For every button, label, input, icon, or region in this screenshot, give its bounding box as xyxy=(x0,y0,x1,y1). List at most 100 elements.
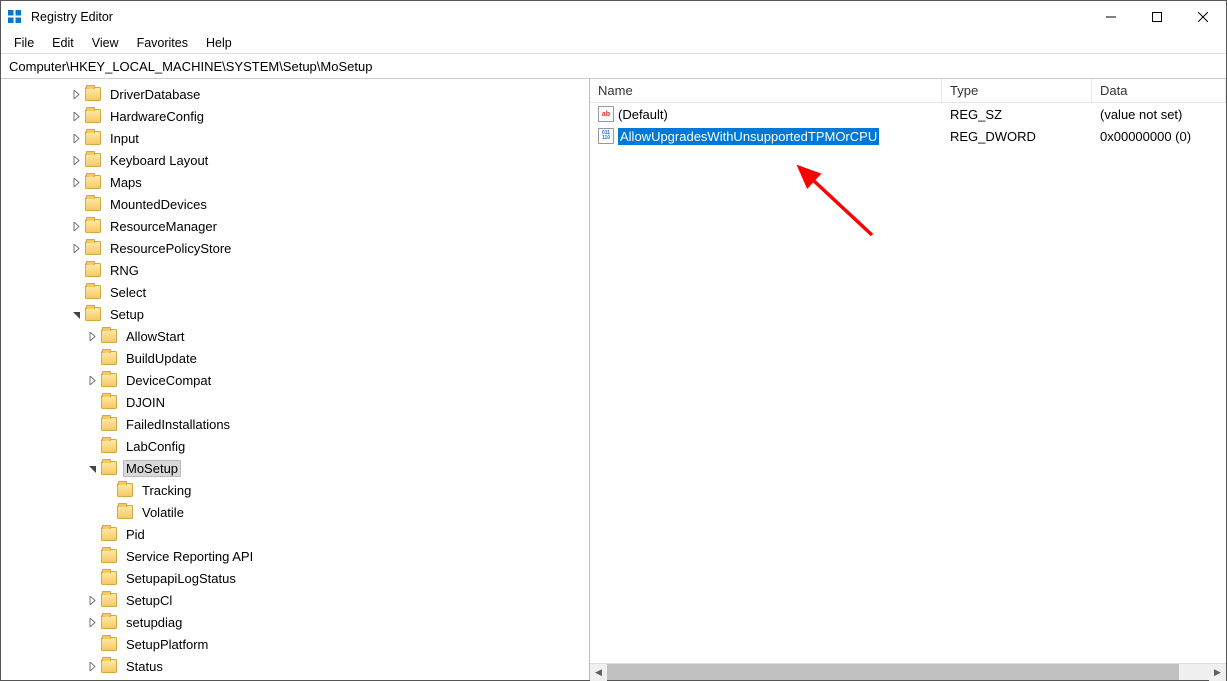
address-path: Computer\HKEY_LOCAL_MACHINE\SYSTEM\Setup… xyxy=(9,59,372,74)
value-row[interactable]: ab(Default)REG_SZ(value not set) xyxy=(590,103,1226,125)
tree-item-label: Setup xyxy=(107,306,147,323)
chevron-right-icon[interactable] xyxy=(69,219,83,233)
folder-icon xyxy=(101,637,117,651)
tree-item[interactable]: MountedDevices xyxy=(5,193,589,215)
scroll-right-button[interactable]: ▶ xyxy=(1209,664,1226,681)
menu-view[interactable]: View xyxy=(83,34,128,52)
tree-item[interactable]: SetupCl xyxy=(5,589,589,611)
tree-item[interactable]: ResourceManager xyxy=(5,215,589,237)
folder-icon xyxy=(117,505,133,519)
horizontal-scrollbar[interactable]: ◀ ▶ xyxy=(590,663,1226,680)
folder-icon xyxy=(85,241,101,255)
menu-file[interactable]: File xyxy=(5,34,43,52)
chevron-right-icon[interactable] xyxy=(69,175,83,189)
tree-item[interactable]: setupdiag xyxy=(5,611,589,633)
folder-icon xyxy=(101,527,117,541)
tree-item-label: BuildUpdate xyxy=(123,350,200,367)
tree-item[interactable]: Status xyxy=(5,655,589,677)
window-controls xyxy=(1088,1,1226,33)
scroll-track[interactable] xyxy=(607,664,1209,680)
chevron-down-icon[interactable] xyxy=(69,307,83,321)
folder-icon xyxy=(101,593,117,607)
address-bar[interactable]: Computer\HKEY_LOCAL_MACHINE\SYSTEM\Setup… xyxy=(1,54,1226,79)
app-icon xyxy=(7,9,23,25)
tree-item[interactable]: Pid xyxy=(5,523,589,545)
registry-tree: DriverDatabase HardwareConfig Input Keyboar… xyxy=(1,79,589,680)
menu-help[interactable]: Help xyxy=(197,34,241,52)
folder-icon xyxy=(101,351,117,365)
title-bar: Registry Editor xyxy=(1,1,1226,33)
tree-item-label: AllowStart xyxy=(123,328,188,345)
chevron-right-icon[interactable] xyxy=(69,109,83,123)
folder-icon xyxy=(85,197,101,211)
chevron-down-icon[interactable] xyxy=(85,461,99,475)
tree-item[interactable]: RNG xyxy=(5,259,589,281)
tree-item[interactable]: MoSetup xyxy=(5,457,589,479)
tree-item-label: MoSetup xyxy=(123,460,181,477)
tree-item[interactable]: Maps xyxy=(5,171,589,193)
maximize-button[interactable] xyxy=(1134,1,1180,33)
tree-item[interactable]: Input xyxy=(5,127,589,149)
tree-item[interactable]: BuildUpdate xyxy=(5,347,589,369)
folder-icon xyxy=(101,571,117,585)
chevron-right-icon[interactable] xyxy=(69,87,83,101)
tree-item[interactable]: DriverDatabase xyxy=(5,83,589,105)
tree-item[interactable]: DJOIN xyxy=(5,391,589,413)
tree-item-label: ResourceManager xyxy=(107,218,220,235)
column-data[interactable]: Data xyxy=(1092,79,1226,102)
tree-item[interactable]: SetupPlatform xyxy=(5,633,589,655)
tree-item[interactable]: Service Reporting API xyxy=(5,545,589,567)
tree-item-label: SetupapiLogStatus xyxy=(123,570,239,587)
chevron-right-icon[interactable] xyxy=(69,153,83,167)
value-type: REG_DWORD xyxy=(942,129,1092,144)
values-panel: Name Type Data ab(Default)REG_SZ(value n… xyxy=(590,79,1226,680)
chevron-right-icon[interactable] xyxy=(69,131,83,145)
close-button[interactable] xyxy=(1180,1,1226,33)
chevron-right-icon[interactable] xyxy=(85,615,99,629)
chevron-right-icon[interactable] xyxy=(85,373,99,387)
folder-icon xyxy=(85,175,101,189)
tree-item-label: HardwareConfig xyxy=(107,108,207,125)
tree-item[interactable]: Keyboard Layout xyxy=(5,149,589,171)
tree-item-label: Tracking xyxy=(139,482,194,499)
tree-item[interactable]: FailedInstallations xyxy=(5,413,589,435)
chevron-right-icon[interactable] xyxy=(85,659,99,673)
tree-item-label: DriverDatabase xyxy=(107,86,203,103)
folder-icon xyxy=(85,219,101,233)
tree-item[interactable]: DeviceCompat xyxy=(5,369,589,391)
folder-icon xyxy=(101,373,117,387)
menu-edit[interactable]: Edit xyxy=(43,34,83,52)
tree-item[interactable]: ResourcePolicyStore xyxy=(5,237,589,259)
tree-panel: DriverDatabase HardwareConfig Input Keyboar… xyxy=(1,79,590,680)
reg-dword-icon: 011110 xyxy=(598,128,614,144)
folder-icon xyxy=(101,439,117,453)
tree-scroll[interactable]: DriverDatabase HardwareConfig Input Keyboar… xyxy=(1,79,589,680)
folder-icon xyxy=(101,549,117,563)
value-name: (Default) xyxy=(618,107,668,122)
chevron-right-icon[interactable] xyxy=(85,593,99,607)
scroll-thumb[interactable] xyxy=(607,664,1179,680)
value-data: (value not set) xyxy=(1092,107,1226,122)
value-row[interactable]: 011110AllowUpgradesWithUnsupportedTPMOrC… xyxy=(590,125,1226,147)
tree-item-label: RNG xyxy=(107,262,142,279)
column-name[interactable]: Name xyxy=(590,79,942,102)
chevron-right-icon[interactable] xyxy=(85,329,99,343)
folder-icon xyxy=(85,263,101,277)
tree-item[interactable]: Volatile xyxy=(5,501,589,523)
tree-item[interactable]: HardwareConfig xyxy=(5,105,589,127)
tree-item-label: LabConfig xyxy=(123,438,188,455)
folder-icon xyxy=(101,395,117,409)
reg-sz-icon: ab xyxy=(598,106,614,122)
tree-item[interactable]: AllowStart xyxy=(5,325,589,347)
minimize-button[interactable] xyxy=(1088,1,1134,33)
tree-item[interactable]: Tracking xyxy=(5,479,589,501)
tree-item-label: Keyboard Layout xyxy=(107,152,211,169)
tree-item[interactable]: SetupapiLogStatus xyxy=(5,567,589,589)
scroll-left-button[interactable]: ◀ xyxy=(590,664,607,681)
column-type[interactable]: Type xyxy=(942,79,1092,102)
tree-item[interactable]: Select xyxy=(5,281,589,303)
chevron-right-icon[interactable] xyxy=(69,241,83,255)
tree-item[interactable]: LabConfig xyxy=(5,435,589,457)
menu-favorites[interactable]: Favorites xyxy=(128,34,197,52)
tree-item[interactable]: Setup xyxy=(5,303,589,325)
